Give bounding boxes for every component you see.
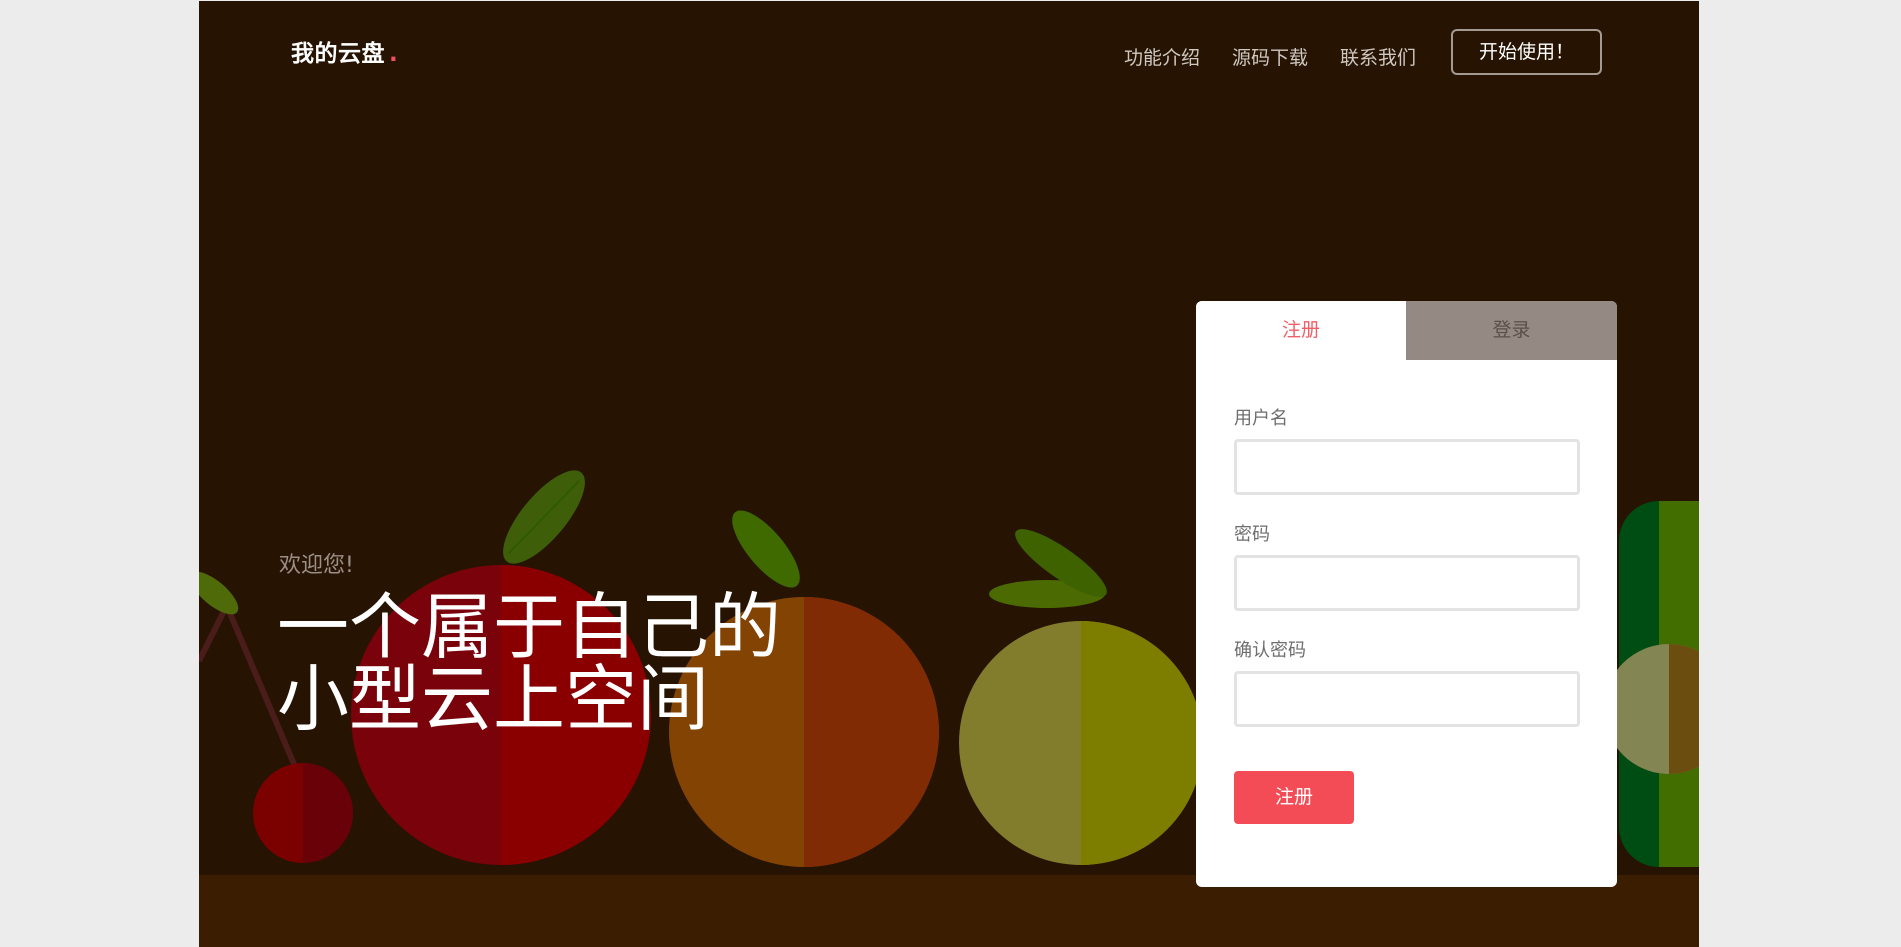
- username-label: 用户名: [1234, 408, 1288, 429]
- tab-register[interactable]: 注册: [1196, 301, 1406, 360]
- tab-login[interactable]: 登录: [1406, 301, 1617, 360]
- confirm-password-label: 确认密码: [1234, 640, 1306, 661]
- logo-dot: .: [389, 41, 399, 67]
- auth-card: 注册 登录 用户名 密码 确认密码 注册: [1196, 301, 1617, 887]
- confirm-password-field[interactable]: [1234, 671, 1580, 727]
- nav-link-source-download[interactable]: 源码下载: [1232, 43, 1308, 70]
- nav-link-features[interactable]: 功能介绍: [1124, 43, 1200, 70]
- register-submit-button[interactable]: 注册: [1234, 771, 1354, 824]
- melon-illustration: [1604, 501, 1699, 867]
- logo-text: 我的云盘: [291, 41, 385, 67]
- headline-line-1: 一个属于自己的: [277, 585, 782, 669]
- password-field[interactable]: [1234, 555, 1580, 611]
- site-logo[interactable]: 我的云盘.: [291, 34, 398, 68]
- lime-illustration: [959, 529, 1203, 865]
- nav-link-contact[interactable]: 联系我们: [1340, 43, 1416, 70]
- get-started-button[interactable]: 开始使用！: [1451, 29, 1602, 75]
- headline-line-2: 小型云上空间: [277, 657, 710, 741]
- hero-headline: 一个属于自己的 小型云上空间: [277, 591, 781, 735]
- password-label: 密码: [1234, 524, 1270, 545]
- hero-stage: 我的云盘. 功能介绍 源码下载 联系我们 开始使用！ 欢迎您! 一个属于自己的 …: [199, 1, 1699, 947]
- welcome-text: 欢迎您!: [279, 553, 354, 578]
- username-field[interactable]: [1234, 439, 1580, 495]
